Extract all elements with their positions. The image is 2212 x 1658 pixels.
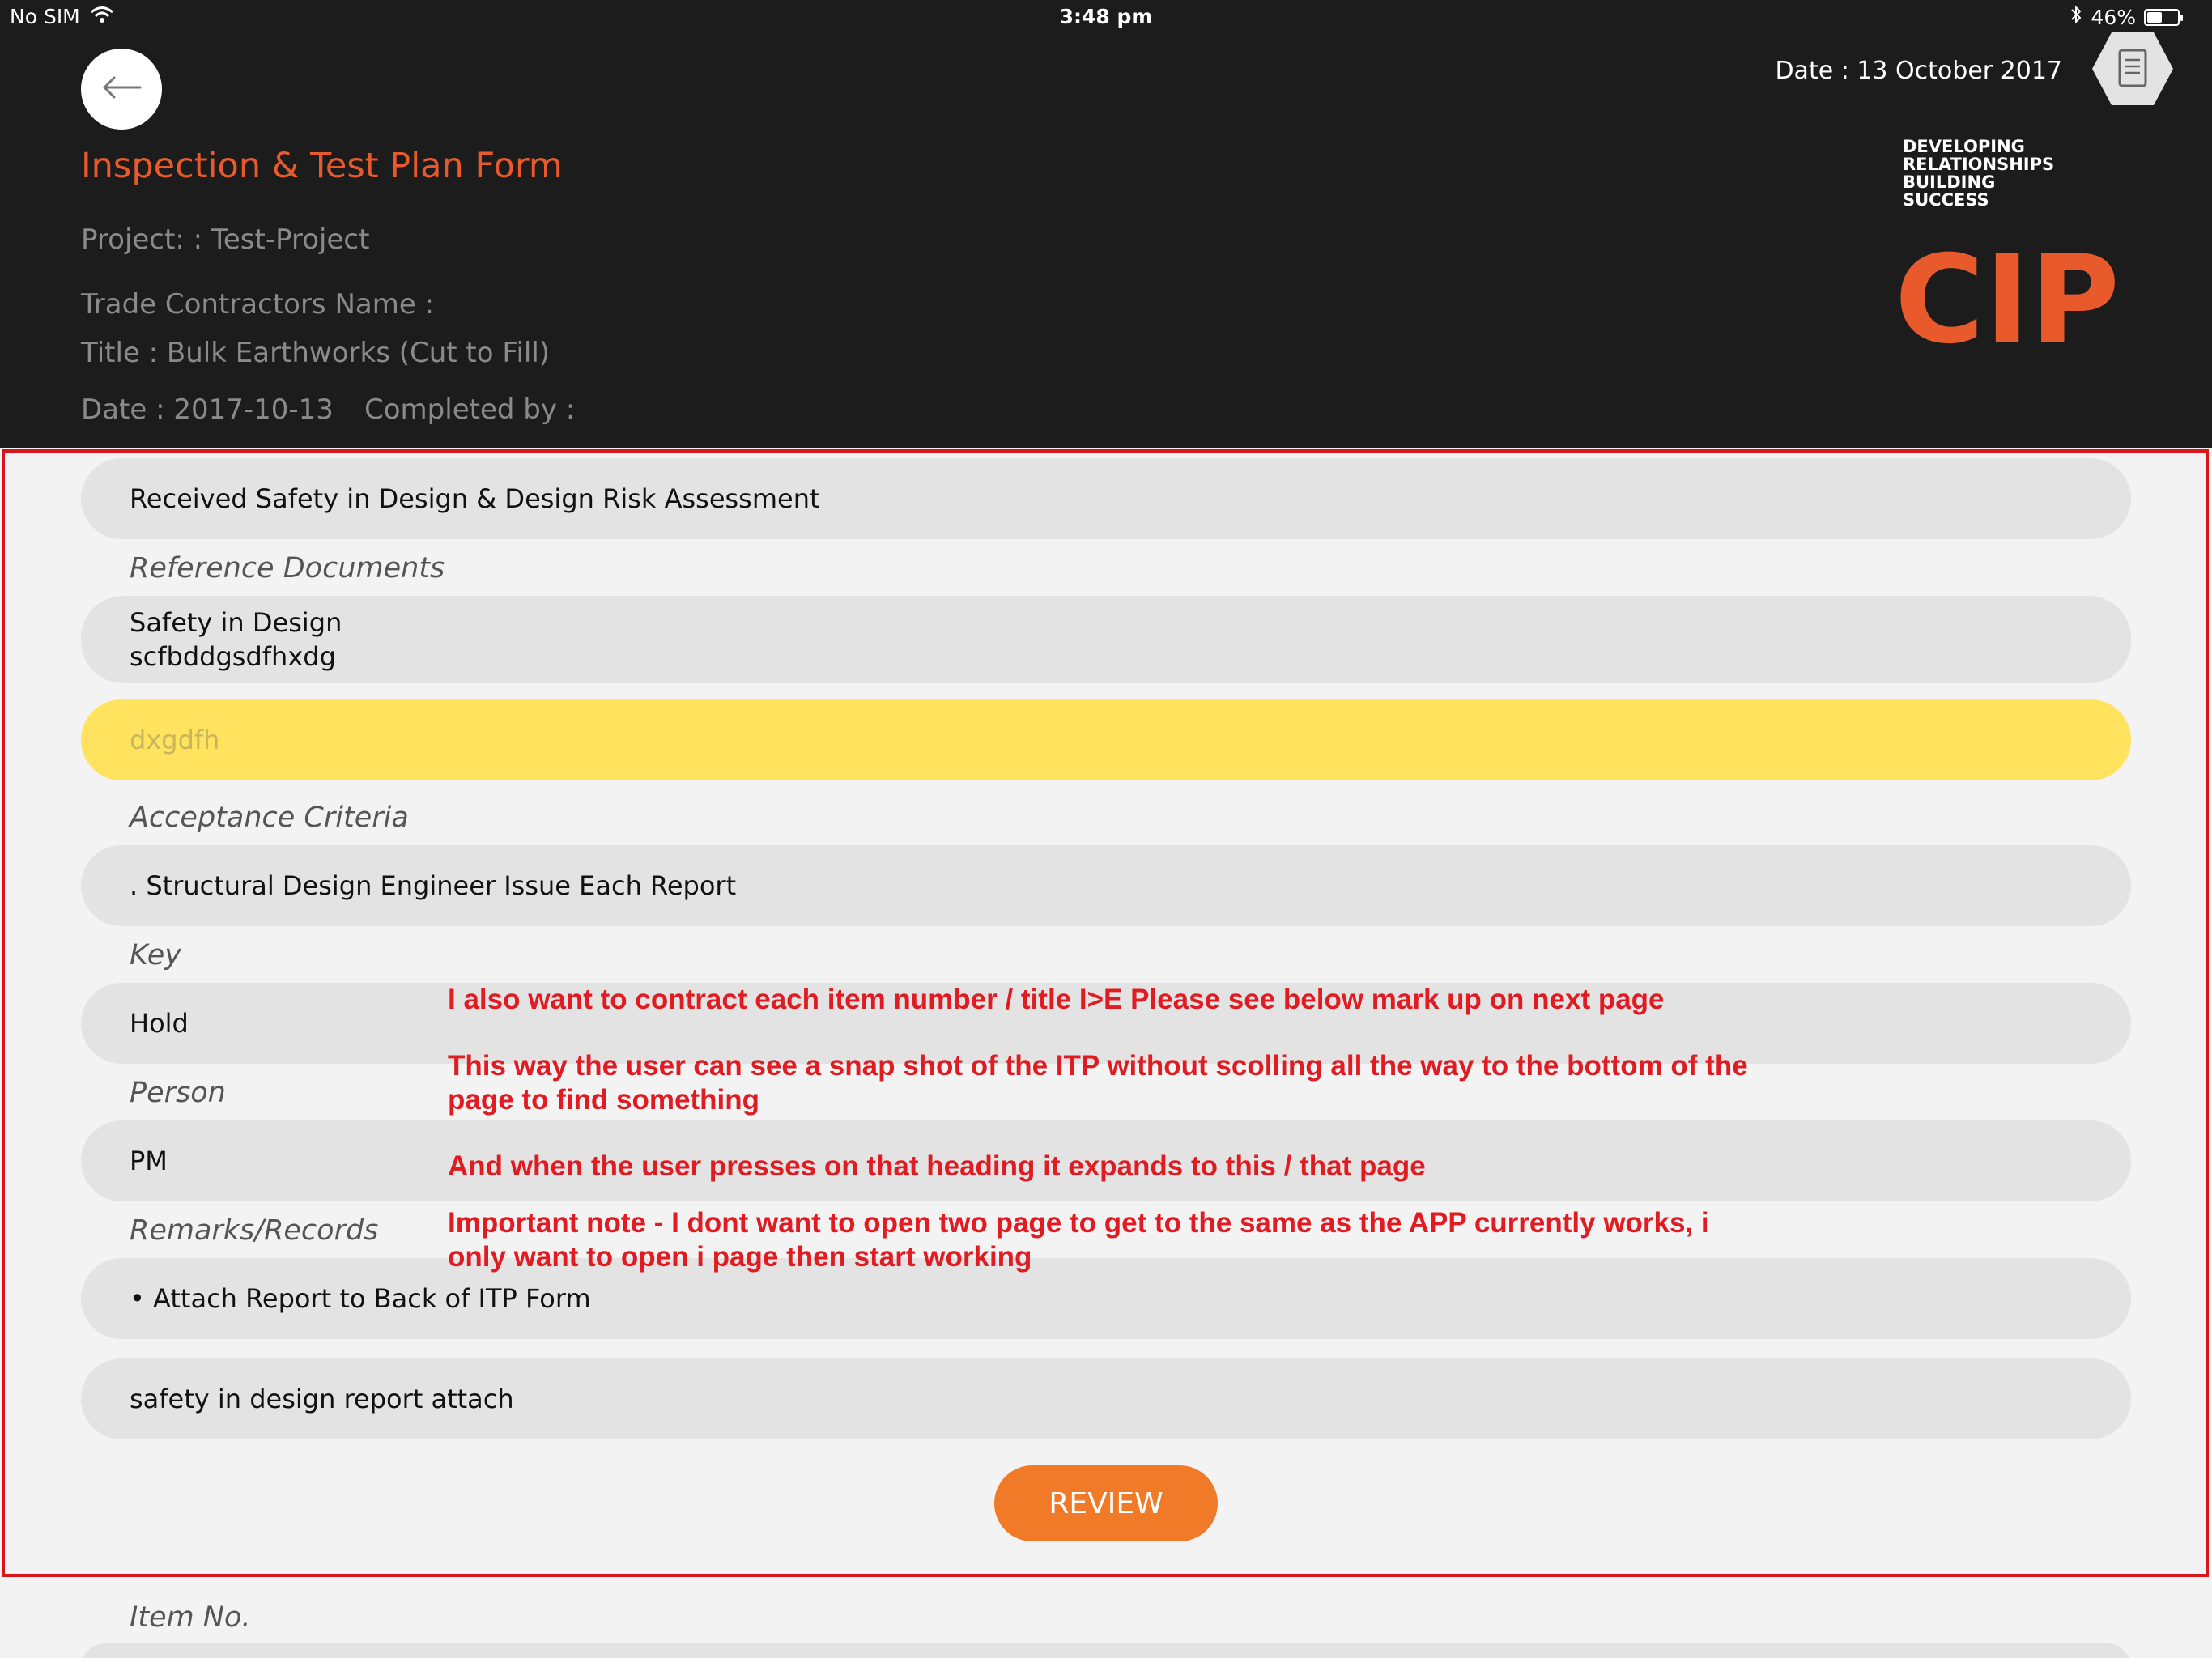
highlighted-input[interactable]: dxgdfh <box>81 699 2131 780</box>
cip-logo: CIP <box>1895 230 2121 371</box>
tagline-line: DEVELOPING <box>1903 137 2025 156</box>
tagline-line: RELATIONSHIPS <box>1903 155 2055 174</box>
company-tagline: DEVELOPING RELATIONSHIPS BUILDING SUCCES… <box>1903 138 2054 209</box>
tagline-line: BUILDING <box>1903 172 1996 192</box>
back-button[interactable] <box>81 49 162 130</box>
item-description[interactable]: Received Safety in Design & Design Risk … <box>81 458 2131 539</box>
item-number-field[interactable] <box>81 1643 2131 1658</box>
reference-documents-label: Reference Documents <box>130 552 445 585</box>
annotation-note: I also want to contract each item number… <box>448 984 1665 1015</box>
battery-percent: 46% <box>2091 5 2136 29</box>
person-label: Person <box>130 1077 226 1109</box>
status-bar: No SIM 3:48 pm 46% <box>0 0 2212 34</box>
acceptance-criteria-field[interactable]: . Structural Design Engineer Issue Each … <box>81 845 2131 926</box>
bluetooth-icon <box>2069 5 2082 29</box>
form-title: Inspection & Test Plan Form <box>81 146 563 186</box>
document-icon <box>2091 32 2175 110</box>
remarks-label: Remarks/Records <box>130 1214 379 1247</box>
trade-contractors-name: Trade Contractors Name : <box>81 288 435 321</box>
tagline-line: SUCCESS <box>1903 190 1989 210</box>
reference-document: scfbddgsdfhxdg <box>130 641 336 672</box>
review-button[interactable]: REVIEW <box>994 1465 1218 1541</box>
header: No SIM 3:48 pm 46% Inspection & Test Pla… <box>0 0 2212 448</box>
back-arrow-icon <box>101 75 142 103</box>
reference-document: Safety in Design <box>130 607 342 638</box>
annotation-note: This way the user can see a snap shot of… <box>448 1050 1748 1082</box>
comment-field[interactable]: safety in design report attach <box>81 1358 2131 1439</box>
completed-by: Completed by : <box>364 393 576 426</box>
annotation-note: Important note - I dont want to open two… <box>448 1207 1709 1239</box>
key-label: Key <box>130 939 181 971</box>
annotation-note: page to find something <box>448 1084 759 1116</box>
annotation-note-clipped: Important note - I dont want to open two… <box>448 1206 1824 1273</box>
acceptance-criteria-text: . Structural Design Engineer Issue Each … <box>130 870 737 901</box>
logo-text: CIP <box>1895 243 2120 356</box>
battery-icon <box>2144 8 2183 26</box>
remarks-value: • Attach Report to Back of ITP Form <box>130 1283 591 1314</box>
item-number-label: Item No. <box>130 1601 251 1634</box>
header-date: Date : 13 October 2017 <box>1775 57 2062 85</box>
form-date: Date : 2017-10-13 <box>81 393 334 426</box>
item-title: Title : Bulk Earthworks (Cut to Fill) <box>81 337 551 369</box>
annotation-note: And when the user presses on that headin… <box>448 1150 1426 1182</box>
document-button[interactable] <box>2091 31 2175 107</box>
acceptance-criteria-label: Acceptance Criteria <box>130 801 409 834</box>
comment-value: safety in design report attach <box>130 1384 514 1414</box>
item-description-text: Received Safety in Design & Design Risk … <box>130 483 820 514</box>
annotation-note: only want to open i page then start work… <box>448 1241 1032 1273</box>
reference-documents-field[interactable]: Safety in Design scfbddgsdfhxdg <box>81 596 2131 683</box>
highlighted-input-value: dxgdfh <box>130 725 220 755</box>
status-time: 3:48 pm <box>1059 5 1153 28</box>
project-name: Project: : Test-Project <box>81 223 370 256</box>
